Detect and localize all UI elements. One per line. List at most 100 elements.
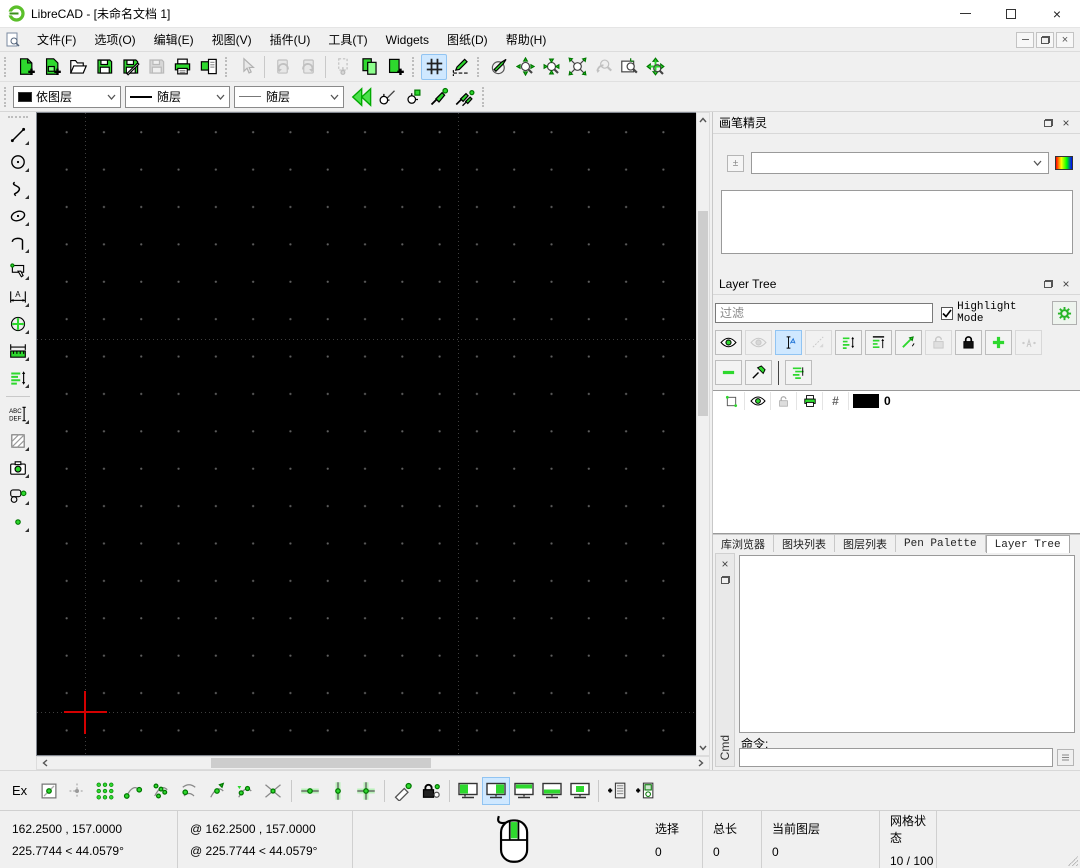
menu-view[interactable]: 视图(V) [203, 28, 261, 51]
command-history[interactable] [739, 555, 1075, 733]
print-preview-button[interactable] [195, 54, 221, 80]
menu-edit[interactable]: 编辑(E) [145, 28, 203, 51]
zoom-in-button[interactable] [512, 54, 538, 80]
float-panel-button[interactable] [1039, 276, 1057, 292]
snap-middle-button[interactable] [203, 777, 231, 805]
menu-help[interactable]: 帮助(H) [497, 28, 556, 51]
layer-filter-input[interactable] [715, 303, 933, 323]
toolbar-handle[interactable] [225, 57, 231, 77]
add-layer-button[interactable] [985, 330, 1012, 355]
float-command-button[interactable] [717, 572, 733, 588]
tab-block-list[interactable]: 图块列表 [774, 535, 835, 552]
line-width-select[interactable]: 随层 [125, 86, 230, 108]
command-options-button[interactable] [1057, 749, 1074, 766]
line-tool[interactable] [4, 122, 32, 148]
pen-wizard-combobox[interactable] [751, 152, 1049, 174]
menu-plugins[interactable]: 插件(U) [261, 28, 320, 51]
pen-wizard-spin-button[interactable]: ± [727, 155, 744, 172]
pen-wizard-titlebar[interactable]: 画笔精灵 × [713, 112, 1080, 134]
save-as-button[interactable] [117, 54, 143, 80]
scroll-down-arrow[interactable] [697, 742, 709, 754]
close-button[interactable]: × [1034, 0, 1080, 27]
snap-endpoint-button[interactable] [119, 777, 147, 805]
layer-row[interactable]: # 0 [713, 391, 1080, 411]
layer-name[interactable]: 0 [884, 394, 891, 408]
dock-bottom-button[interactable] [538, 777, 566, 805]
vertical-scroll-thumb[interactable] [698, 211, 708, 416]
zoom-out-button[interactable] [538, 54, 564, 80]
minimize-button[interactable] [942, 0, 988, 27]
snap-center-button[interactable] [175, 777, 203, 805]
horizontal-scrollbar[interactable] [36, 756, 710, 770]
menu-file[interactable]: 文件(F) [28, 28, 85, 51]
command-input[interactable] [739, 748, 1053, 767]
toolbar-handle[interactable] [482, 87, 488, 107]
paste-button[interactable] [382, 54, 408, 80]
select-mode-button[interactable] [775, 330, 802, 355]
pick-attributes-button[interactable] [400, 84, 426, 110]
close-command-button[interactable]: × [717, 556, 733, 572]
new-document-button[interactable] [13, 54, 39, 80]
resize-grip[interactable] [1068, 856, 1078, 866]
layer-construction-icon[interactable]: # [823, 392, 849, 410]
layer-color-swatch[interactable] [853, 394, 879, 408]
select-tool[interactable] [4, 257, 32, 283]
document-icon[interactable] [6, 32, 20, 47]
snap-grid-button[interactable] [63, 777, 91, 805]
float-panel-button[interactable] [1039, 115, 1057, 131]
snap-intersection-button[interactable] [259, 777, 287, 805]
lock-all-button[interactable] [955, 330, 982, 355]
layer-visibility-icon[interactable] [745, 392, 771, 410]
layer-lock-icon[interactable] [771, 392, 797, 410]
toolbar-handle[interactable] [4, 87, 10, 107]
close-panel-button[interactable]: × [1057, 115, 1075, 131]
menu-options[interactable]: 选项(O) [85, 28, 144, 51]
maximize-button[interactable] [988, 0, 1034, 27]
order-tool[interactable] [4, 365, 32, 391]
zoom-pan-button[interactable] [642, 54, 668, 80]
restrict-horizontal-button[interactable] [296, 777, 324, 805]
toolbar-handle[interactable] [477, 57, 483, 77]
color-select[interactable]: 依图层 [13, 86, 121, 108]
back-button[interactable] [348, 84, 374, 110]
measure-tool[interactable] [4, 338, 32, 364]
line-type-select[interactable]: 随层 [234, 86, 344, 108]
copy-pen-button[interactable] [452, 84, 478, 110]
image-tool[interactable] [4, 455, 32, 481]
menu-tools[interactable]: 工具(T) [319, 28, 376, 51]
add-dock-area-button[interactable] [603, 777, 631, 805]
color-picker-button[interactable] [1055, 156, 1073, 170]
restrict-orthogonal-button[interactable] [352, 777, 380, 805]
dock-top-button[interactable] [510, 777, 538, 805]
print-button[interactable] [169, 54, 195, 80]
snap-free-button[interactable] [35, 777, 63, 805]
layer-select-icon[interactable] [719, 392, 745, 410]
tab-layer-list[interactable]: 图层列表 [835, 535, 896, 552]
layer-print-icon[interactable] [797, 392, 823, 410]
modify-tool[interactable] [4, 311, 32, 337]
dimension-tool[interactable]: A [4, 284, 32, 310]
curve-tool[interactable] [4, 176, 32, 202]
mdi-restore-button[interactable] [1036, 32, 1054, 48]
layer-list[interactable]: # 0 [713, 390, 1080, 534]
add-widget-button[interactable] [631, 777, 659, 805]
tab-pen-palette[interactable]: Pen Palette [896, 535, 986, 552]
polyline-tool[interactable] [4, 230, 32, 256]
remove-layer-button[interactable] [715, 360, 742, 385]
toggle-construction-button[interactable] [895, 330, 922, 355]
zoom-auto-button[interactable] [564, 54, 590, 80]
snap-entity-button[interactable] [147, 777, 175, 805]
toolbar-handle[interactable] [8, 116, 28, 118]
scroll-up-arrow[interactable] [697, 114, 709, 126]
vertical-scrollbar[interactable] [696, 112, 710, 756]
layer-tree-view-button[interactable] [785, 360, 812, 385]
settings-gear-button[interactable] [1052, 301, 1077, 325]
circle-tool[interactable] [4, 149, 32, 175]
close-panel-button[interactable]: × [1057, 276, 1075, 292]
snap-on-grid-button[interactable] [91, 777, 119, 805]
mdi-minimize-button[interactable] [1016, 32, 1034, 48]
flatten-tree-button[interactable] [745, 360, 772, 385]
block-tool[interactable] [4, 482, 32, 508]
horizontal-scroll-thumb[interactable] [211, 758, 431, 768]
toolbar-handle[interactable] [4, 57, 10, 77]
